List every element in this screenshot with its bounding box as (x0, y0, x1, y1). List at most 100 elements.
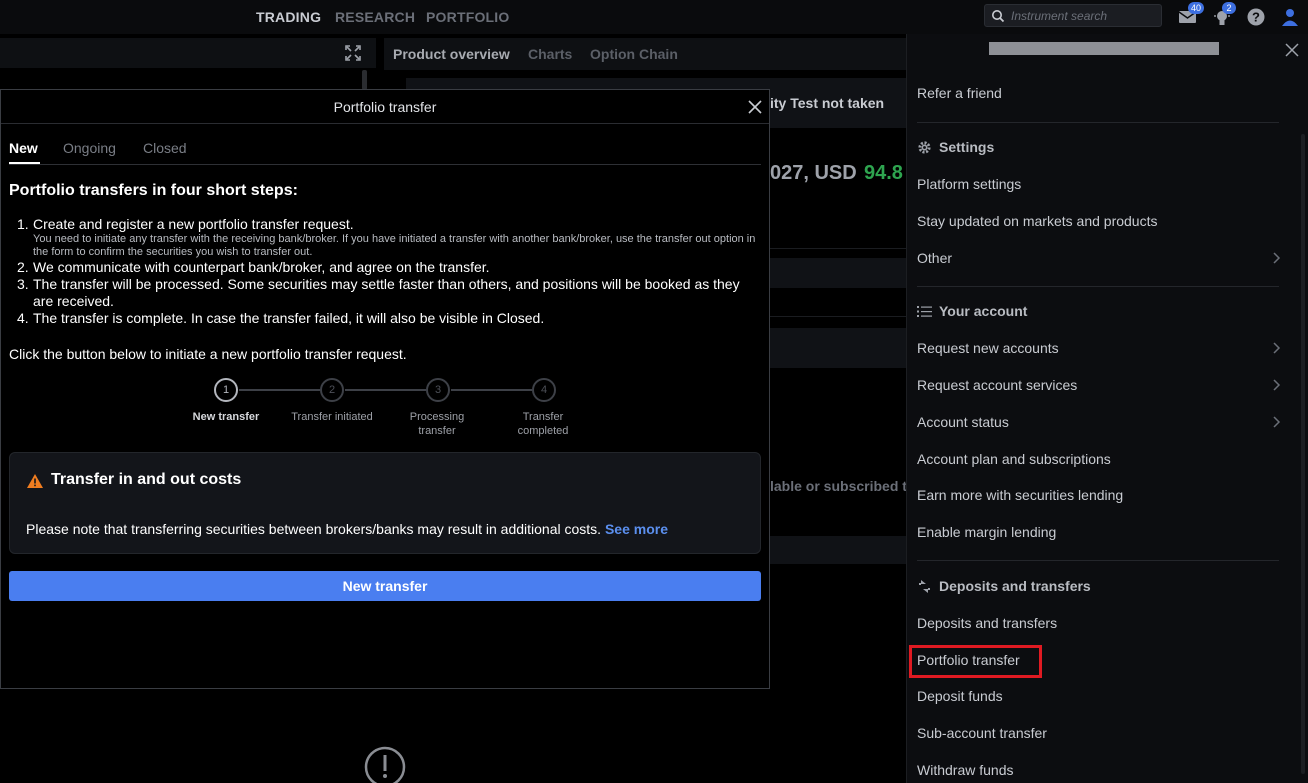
withdraw-funds-link[interactable]: Withdraw funds (917, 762, 1013, 778)
instrument-search[interactable] (984, 4, 1162, 27)
step-text: The transfer will be processed. Some sec… (33, 276, 740, 309)
tab-option-chain[interactable]: Option Chain (590, 46, 678, 62)
deposits-and-transfers-link[interactable]: Deposits and transfers (917, 615, 1057, 631)
section-bar (770, 328, 906, 368)
chevron-right-icon (1273, 416, 1281, 428)
deposit-funds-link[interactable]: Deposit funds (917, 688, 1003, 704)
expand-icon[interactable] (344, 44, 362, 62)
left-panel-header (0, 38, 376, 68)
step-number: 2. (17, 259, 29, 275)
stepper-label: Transfer initiated (291, 411, 373, 423)
tab-charts[interactable]: Charts (528, 46, 572, 62)
request-account-services-link[interactable]: Request account services (917, 377, 1077, 393)
chevron-right-icon (1273, 252, 1281, 264)
drawer-scrollbar[interactable] (1301, 134, 1305, 774)
test-status-text: ity Test not taken (770, 95, 885, 111)
search-icon (992, 10, 1005, 23)
section-bar (770, 258, 906, 288)
step-number: 4. (17, 310, 29, 326)
warning-icon (27, 474, 43, 488)
stepper-circle: 3 (426, 378, 450, 402)
costs-text-row: Please note that transferring securities… (26, 521, 668, 537)
stepper-circle: 2 (320, 378, 344, 402)
notifications-badge: 2 (1222, 2, 1236, 14)
stepper-label: Processing transfer (409, 411, 465, 437)
step-subtext: You need to initiate any transfer with t… (33, 233, 756, 258)
tab-ongoing[interactable]: Ongoing (63, 140, 116, 156)
account-name-redacted (989, 42, 1219, 55)
new-transfer-button[interactable]: New transfer (9, 571, 761, 601)
gear-icon (918, 141, 931, 154)
step-text: The transfer is complete. In case the tr… (33, 310, 545, 326)
step-item: 1. Create and register a new portfolio t… (17, 216, 762, 259)
step-item: 4. The transfer is complete. In case the… (17, 310, 762, 327)
stepper-connector (345, 389, 426, 391)
messages-button[interactable]: 40 (1178, 2, 1205, 27)
modal-tabs: New Ongoing Closed (9, 140, 761, 165)
chevron-right-icon (1273, 342, 1281, 354)
securities-lending-link[interactable]: Earn more with securities lending (917, 487, 1123, 503)
transfer-arrows-icon (919, 580, 930, 593)
stepper-label: Transfer completed (517, 411, 569, 437)
transfer-stepper: 1 2 3 4 New transfer Transfer initiated … (1, 376, 769, 437)
left-scrollbar[interactable] (362, 70, 367, 90)
help-icon: ? (1247, 8, 1265, 26)
instruction-text: Click the button below to initiate a new… (9, 346, 407, 362)
list-icon (917, 306, 932, 317)
subscription-text: lable or subscribed t (770, 478, 907, 494)
margin-lending-link[interactable]: Enable margin lending (917, 524, 1056, 540)
account-status-link[interactable]: Account status (917, 414, 1009, 430)
costs-title: Transfer in and out costs (51, 471, 242, 488)
tab-closed[interactable]: Closed (143, 140, 187, 156)
tab-new[interactable]: New (9, 140, 38, 156)
portfolio-transfer-modal: Portfolio transfer New Ongoing Closed Po… (0, 89, 770, 689)
search-input[interactable] (1011, 7, 1157, 24)
sub-account-transfer-link[interactable]: Sub-account transfer (917, 725, 1047, 741)
nav-portfolio[interactable]: PORTFOLIO (426, 9, 509, 25)
divider (917, 286, 1279, 287)
costs-notice: Transfer in and out costs Please note th… (9, 452, 761, 554)
divider (917, 560, 1279, 561)
other-menu-item[interactable]: Other (917, 250, 952, 266)
step-number: 3. (17, 276, 29, 292)
request-new-accounts-link[interactable]: Request new accounts (917, 340, 1059, 356)
stepper-circle: 1 (214, 378, 238, 402)
messages-badge: 40 (1188, 2, 1205, 14)
svg-text:?: ? (1252, 10, 1260, 25)
account-plan-link[interactable]: Account plan and subscriptions (917, 451, 1111, 467)
stay-updated-link[interactable]: Stay updated on markets and products (917, 213, 1157, 229)
divider (770, 316, 906, 317)
step-text: Create and register a new portfolio tran… (33, 216, 354, 232)
price-value: 94.8 (864, 162, 903, 184)
see-more-link[interactable]: See more (605, 521, 668, 537)
help-button[interactable]: ? (1246, 5, 1268, 27)
tab-product-overview[interactable]: Product overview (393, 46, 510, 62)
top-bar: TRADING RESEARCH PORTFOLIO 40 2 ? (0, 0, 1308, 34)
modal-title: Portfolio transfer (1, 90, 769, 124)
divider (770, 248, 906, 249)
nav-trading[interactable]: TRADING (256, 9, 321, 25)
user-icon (1282, 9, 1298, 26)
refer-a-friend-link[interactable]: Refer a friend (917, 85, 1002, 101)
center-tabs: Product overview Charts Option Chain (384, 38, 906, 70)
divider (917, 122, 1279, 123)
chevron-right-icon (1273, 379, 1281, 391)
platform-settings-link[interactable]: Platform settings (917, 176, 1021, 192)
step-item: 3. The transfer will be processed. Some … (17, 276, 762, 310)
stepper-circle: 4 (532, 378, 556, 402)
close-icon[interactable] (1285, 43, 1299, 57)
stepper-connector (239, 389, 320, 391)
active-tab-indicator (9, 162, 40, 164)
step-item: 2. We communicate with counterpart bank/… (17, 259, 762, 276)
stepper-connector (451, 389, 532, 391)
section-bar (770, 536, 906, 564)
notifications-button[interactable]: 2 (1212, 2, 1236, 27)
price-label: 027, USD (770, 162, 857, 184)
stepper-label: New transfer (192, 411, 260, 423)
exclamation-icon (364, 746, 406, 783)
user-button[interactable] (1280, 5, 1302, 27)
close-icon[interactable] (747, 99, 763, 115)
costs-text: Please note that transferring securities… (26, 521, 602, 537)
nav-research[interactable]: RESEARCH (335, 9, 415, 25)
step-text: We communicate with counterpart bank/bro… (33, 259, 490, 275)
